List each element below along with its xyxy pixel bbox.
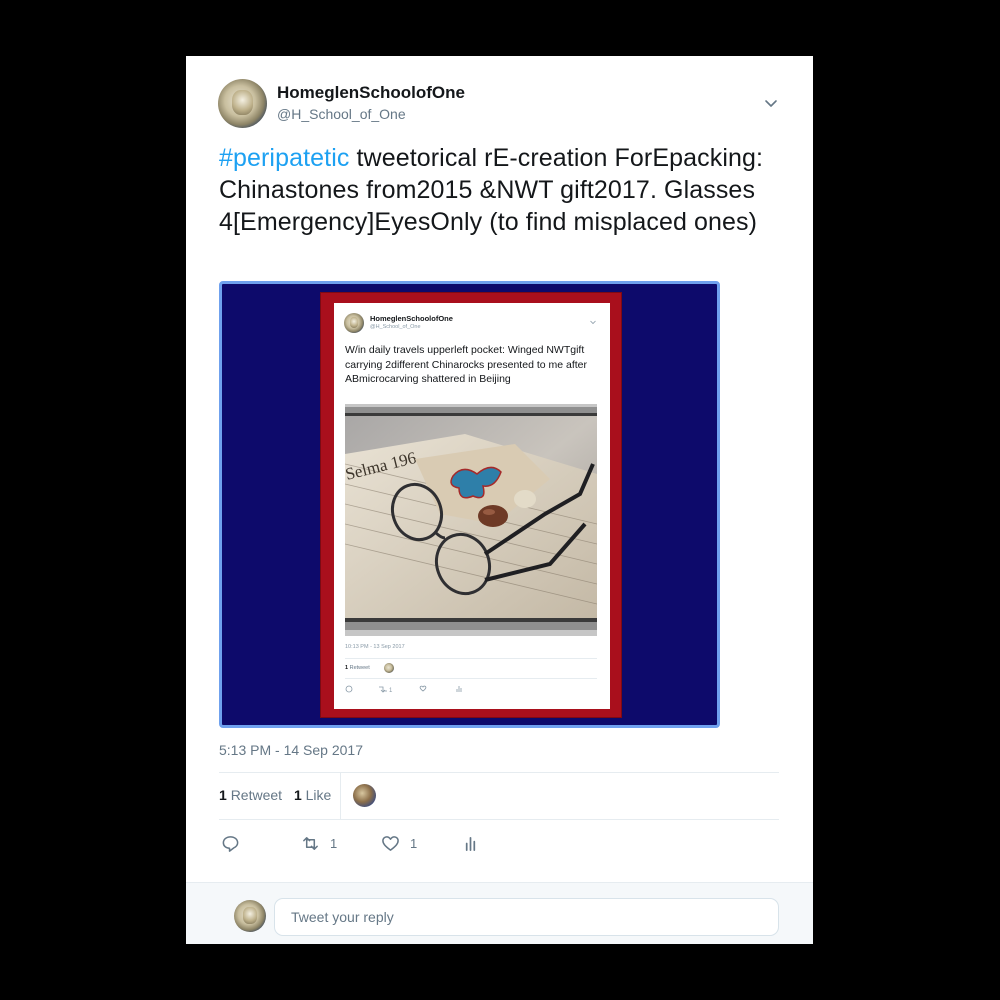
- divider: [340, 773, 341, 819]
- analytics-button[interactable]: [461, 832, 480, 854]
- embedded-timestamp: 10:13 PM - 13 Sep 2017: [345, 644, 405, 650]
- tweet-stats: 1 Retweet 1 Like: [219, 787, 331, 803]
- embedded-analytics-icon: [456, 686, 462, 692]
- red-frame: HomeglenSchoolofOne @H_School_of_One W/i…: [320, 292, 622, 718]
- embedded-reply-icon: [345, 685, 353, 693]
- divider: [219, 772, 779, 773]
- like-stat[interactable]: 1 Like: [294, 787, 331, 803]
- glasses-photo-illustration: Selma 196: [345, 404, 597, 636]
- author-avatar[interactable]: [218, 79, 267, 128]
- embedded-tweet-text: W/in daily travels upperleft pocket: Win…: [345, 344, 588, 385]
- embedded-retweet-count: 1: [389, 688, 393, 694]
- divider: [219, 819, 779, 820]
- embedded-tweet-screenshot: HomeglenSchoolofOne @H_School_of_One W/i…: [334, 303, 610, 709]
- embedded-photo: Selma 196: [345, 404, 597, 636]
- analytics-icon: [465, 836, 476, 851]
- embedded-avatar: [344, 313, 364, 333]
- embedded-liker-avatar: [384, 663, 394, 673]
- heart-icon: [382, 835, 399, 851]
- like-count: 1: [410, 835, 418, 851]
- tweet-timestamp[interactable]: 5:13 PM - 14 Sep 2017: [219, 742, 363, 758]
- liker-avatar[interactable]: [353, 784, 376, 807]
- hashtag-link[interactable]: #peripatetic: [219, 144, 349, 172]
- embedded-action-bar: 1: [345, 685, 462, 694]
- chevron-down-icon[interactable]: [762, 94, 780, 112]
- author-display-name[interactable]: HomeglenSchoolofOne: [277, 83, 465, 103]
- tweet-card: HomeglenSchoolofOne @H_School_of_One #pe…: [186, 56, 813, 944]
- reply-bar: [186, 882, 813, 944]
- current-user-avatar: [234, 900, 266, 932]
- retweet-stat[interactable]: 1 Retweet: [219, 787, 282, 803]
- reply-button[interactable]: [221, 832, 240, 854]
- reply-icon: [222, 835, 239, 852]
- embedded-retweet-stat: 1 Retweet: [345, 665, 370, 671]
- embedded-display-name: HomeglenSchoolofOne: [370, 314, 453, 323]
- retweet-button[interactable]: 1: [301, 832, 337, 854]
- retweet-count: 1: [330, 835, 338, 851]
- embedded-chevron-down-icon: [590, 320, 596, 325]
- embedded-heart-icon: [419, 685, 427, 692]
- tweet-text: #peripatetic tweetorical rE-creation For…: [219, 142, 784, 238]
- like-button[interactable]: 1: [381, 832, 417, 854]
- tweet-action-bar: 1 1: [219, 832, 779, 854]
- divider: [345, 678, 597, 679]
- embedded-handle: @H_School_of_One: [370, 324, 421, 330]
- author-handle[interactable]: @H_School_of_One: [277, 106, 406, 122]
- divider: [345, 658, 597, 659]
- embedded-retweet-icon: [379, 686, 387, 693]
- tweet-media-image[interactable]: HomeglenSchoolofOne @H_School_of_One W/i…: [219, 281, 720, 728]
- reply-input[interactable]: [274, 898, 779, 936]
- retweet-icon: [303, 836, 318, 850]
